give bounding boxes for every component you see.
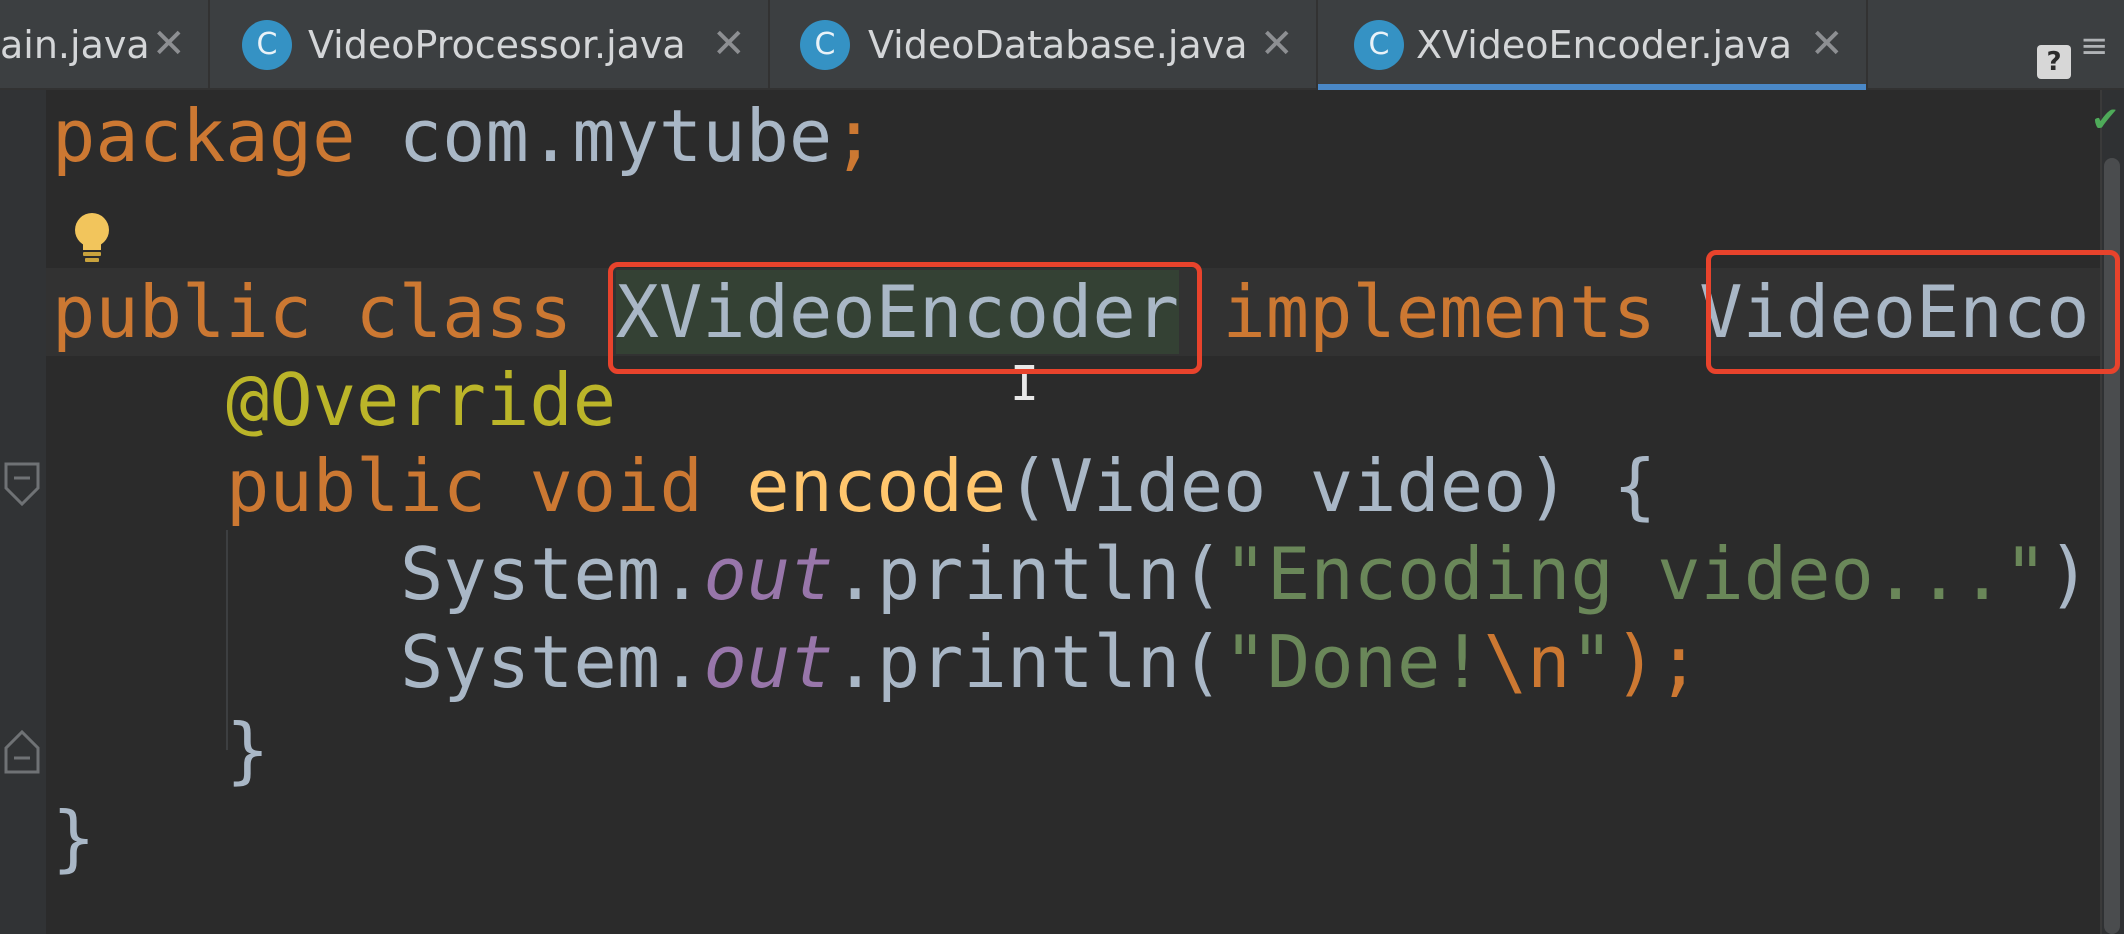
method-name: encode	[746, 444, 1007, 528]
tab-label: ain.java	[0, 23, 150, 67]
help-icon[interactable]: ?	[2037, 45, 2071, 79]
lightbulb-icon[interactable]	[70, 210, 114, 266]
method-call: .println(	[833, 532, 1224, 616]
annotation: @Override	[226, 358, 617, 442]
tab-label: VideoDatabase.java	[868, 23, 1248, 67]
string-literal: "	[1570, 620, 1614, 704]
code-line-3: @Override	[226, 356, 616, 444]
tab-list-icon[interactable]: ≡	[2080, 26, 2109, 66]
highlight-box-interface-name	[1706, 250, 2120, 374]
string-literal: "Encoding video..."	[1223, 532, 2048, 616]
static-field: out	[703, 532, 834, 616]
keyword: package	[52, 94, 356, 178]
editor-tab-bar: ain.java ✕ C VideoProcessor.java ✕ C Vid…	[0, 0, 2124, 90]
paren: )	[2047, 532, 2091, 616]
static-field: out	[703, 620, 834, 704]
editor-gutter	[0, 90, 46, 934]
tab-label: XVideoEncoder.java	[1416, 23, 1793, 67]
code-line-8: }	[52, 794, 95, 882]
fold-marker-icon[interactable]	[4, 730, 40, 774]
tab-videoprocessor-java[interactable]: C VideoProcessor.java ✕	[210, 0, 770, 88]
code-line-7: }	[226, 706, 269, 794]
close-icon[interactable]: ✕	[1260, 17, 1294, 71]
keyword: implements	[1222, 270, 1656, 354]
class-icon: C	[800, 20, 850, 70]
class-ref: System.	[400, 620, 704, 704]
close-icon[interactable]: ✕	[1810, 17, 1844, 71]
method-call: .println(	[833, 620, 1224, 704]
close-icon[interactable]: ✕	[712, 17, 746, 71]
semicolon: ;	[832, 94, 876, 178]
keyword: class	[355, 270, 573, 354]
tab-xvideoencoder-java[interactable]: C XVideoEncoder.java ✕	[1318, 0, 1868, 90]
class-ref: System.	[400, 532, 704, 616]
string-literal: "Done!	[1223, 620, 1484, 704]
paren-semicolon: );	[1613, 620, 1701, 704]
tab-label: VideoProcessor.java	[308, 23, 686, 67]
code-line-4: public void encode(Video video) {	[226, 442, 1657, 530]
tab-main-java[interactable]: ain.java ✕	[0, 0, 210, 88]
parameters: (Video video) {	[1006, 444, 1657, 528]
code-line-6: System.out.println("Done!\n");	[400, 618, 1700, 706]
closing-brace: }	[226, 708, 270, 792]
closing-brace: }	[52, 796, 96, 880]
tab-videodatabase-java[interactable]: C VideoDatabase.java ✕	[770, 0, 1318, 88]
escape-sequence: \n	[1483, 620, 1571, 704]
close-icon[interactable]: ✕	[152, 17, 186, 71]
keyword: public	[226, 444, 487, 528]
highlight-box-class-name	[608, 262, 1202, 374]
package-name: com.mytube	[398, 94, 833, 178]
code-line-5: System.out.println("Encoding video...")	[400, 530, 2091, 618]
keyword: void	[529, 444, 703, 528]
class-icon: C	[242, 20, 292, 70]
inspection-ok-icon: ✔	[2091, 100, 2120, 140]
class-icon: C	[1354, 20, 1404, 70]
keyword: public	[52, 270, 313, 354]
fold-marker-icon[interactable]	[4, 462, 40, 506]
code-line-1: package com.mytube;	[52, 92, 876, 180]
